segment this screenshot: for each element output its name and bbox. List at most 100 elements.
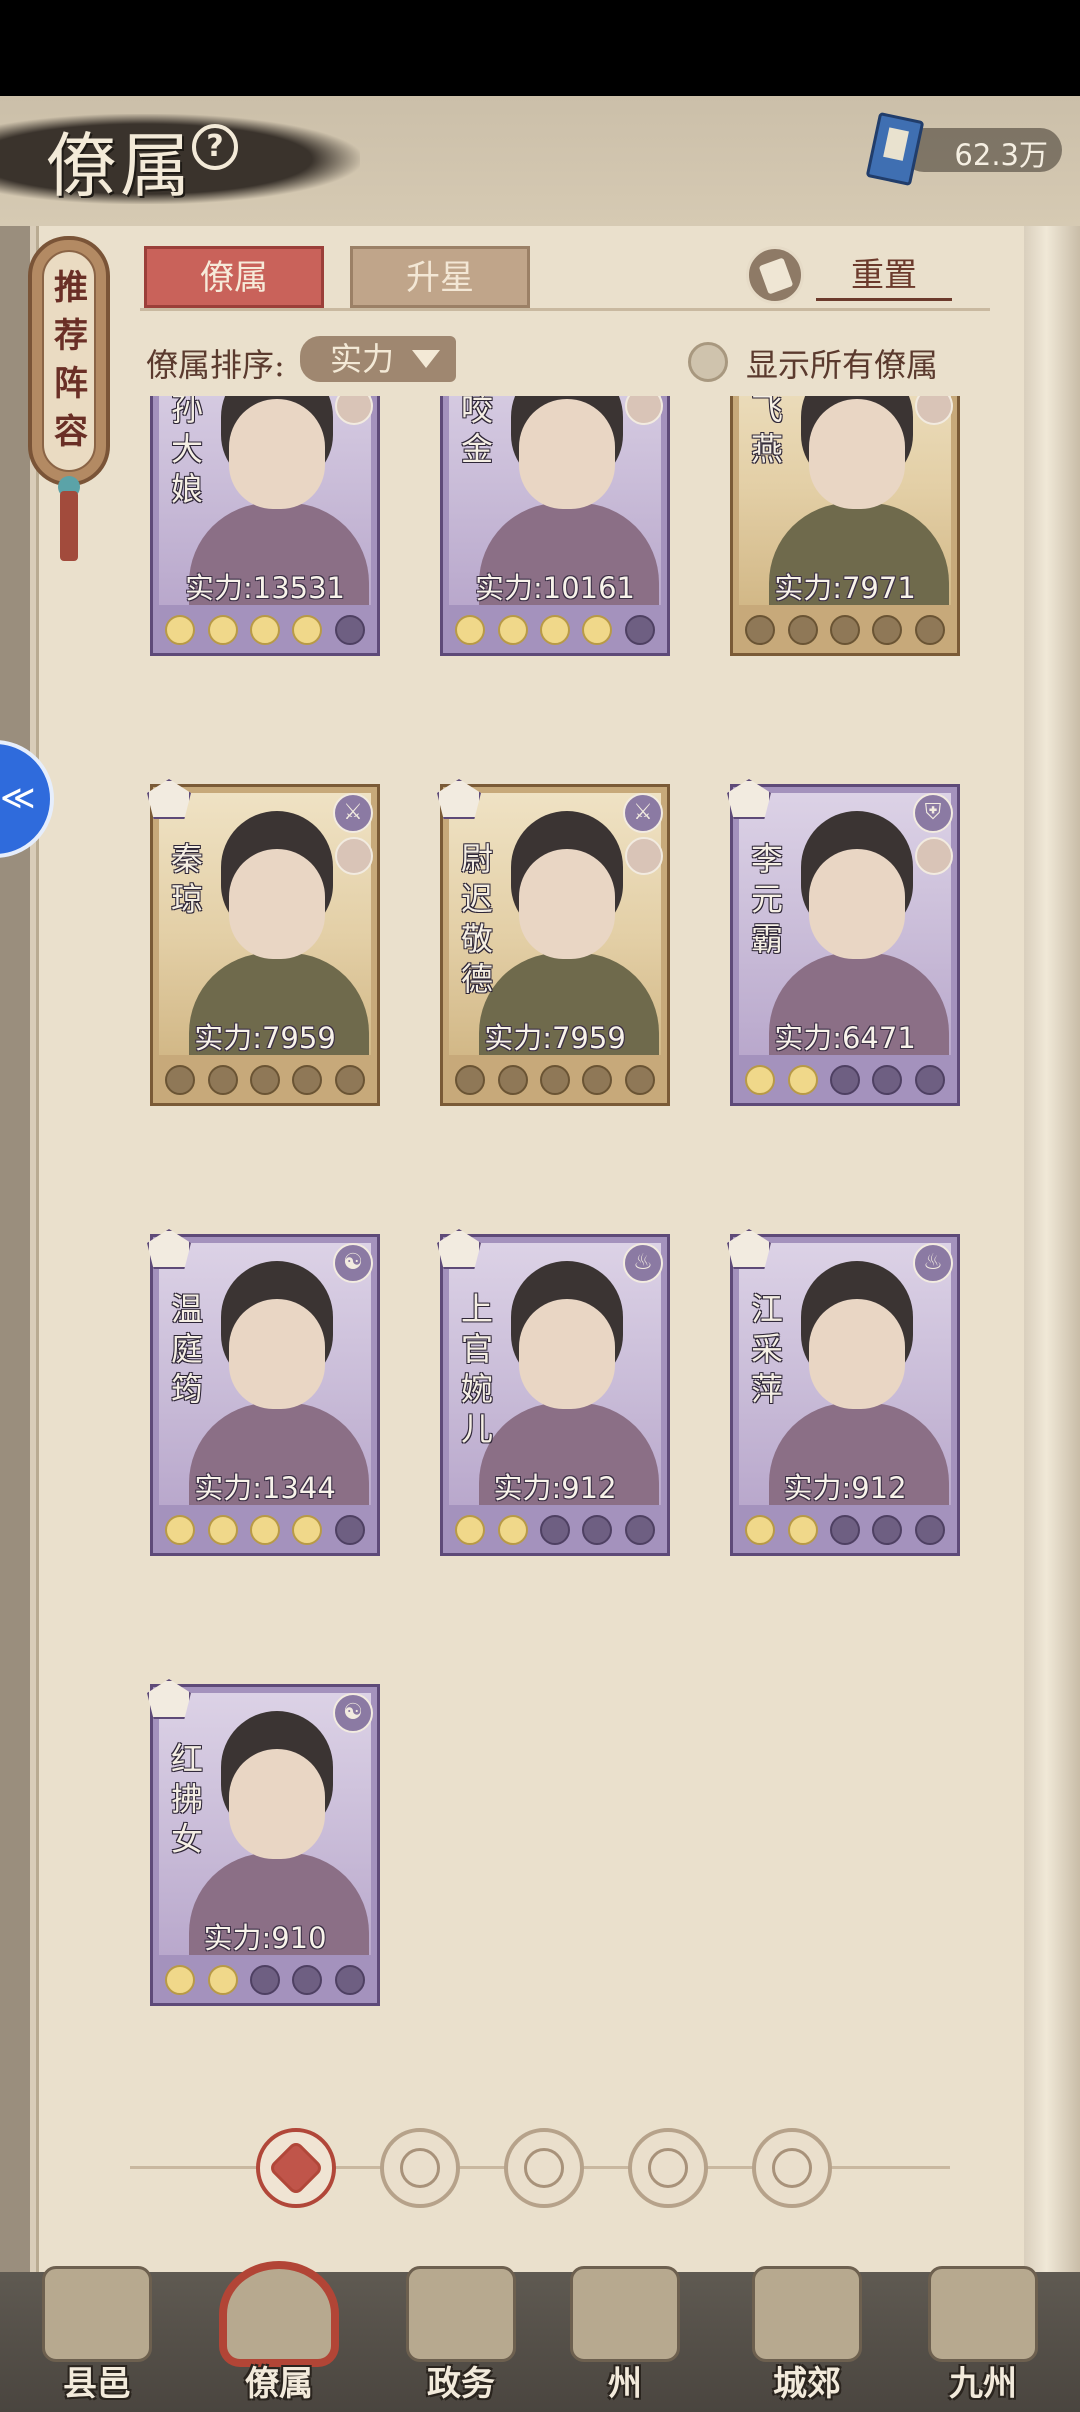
retainer-name: 尉迟敬德 [460,840,493,998]
moon-star-icon [539,1515,570,1545]
sword-class-icon: ⚔ [623,793,663,833]
star-row [159,1511,371,1549]
portrait: 秦琼 实力:7959 [159,793,371,1055]
retainer-card[interactable]: 程咬金 实力:10161 [440,396,670,656]
currency-display[interactable]: 62.3万 [865,111,1062,187]
moon-star-icon [292,1065,323,1095]
filter-gourd-button[interactable] [504,2128,584,2208]
moon-star-icon [455,1515,486,1545]
retainer-power: 实力:13531 [184,571,346,605]
chevron-down-icon [412,350,440,368]
moon-star-icon [249,615,280,645]
filter-bell-button[interactable] [380,2128,460,2208]
retainer-name: 红拂女 [170,1740,203,1858]
partner-avatar [335,837,373,875]
retainer-power: 实力:7959 [194,1021,336,1055]
nav-label: 城郊 [773,2364,841,2404]
reset-label: 重置 [816,252,952,301]
moon-star-icon [539,1065,570,1095]
prefecture-mountain-icon [570,2266,680,2362]
retainer-card[interactable]: 李元霸 实力:6471 ⛨ [727,779,960,1106]
moon-star-icon [872,1065,903,1095]
tab-retainers[interactable]: 僚属 [144,246,324,308]
retainer-card[interactable]: 江采萍 实力:912 ♨ [727,1229,960,1556]
pot-class-icon: ♨ [623,1243,663,1283]
retainer-power: 实力:6471 [774,1021,916,1055]
retainer-name: 程咬金 [460,396,493,468]
retainer-name: 温庭筠 [170,1290,203,1408]
moon-star-icon [249,1515,280,1545]
moon-star-icon [249,1065,280,1095]
moon-star-icon [787,1515,818,1545]
retainer-name: 上官婉儿 [460,1290,493,1448]
help-icon[interactable]: ? [192,124,238,170]
sort-label: 僚属排序: [146,346,285,384]
star-row [159,1061,371,1099]
moon-star-icon [334,1065,365,1095]
nav-label: 僚属 [245,2364,313,2404]
retainer-card[interactable]: 红拂女 实力:910 ☯ [147,1679,380,2006]
reset-button[interactable]: 重置 [746,244,956,308]
retainer-card[interactable]: 赵飞燕 实力:7971 [730,396,960,656]
filter-fan-button[interactable] [628,2128,708,2208]
moon-star-icon [872,1515,903,1545]
nav-label: 政务 [427,2364,495,2404]
currency-value: 62.3万 [954,138,1048,172]
nav-nine-provinces[interactable]: 九州 [908,2260,1058,2410]
portrait: 李元霸 实力:6471 [739,793,951,1055]
nav-county[interactable]: 县邑 [22,2260,172,2410]
nav-prefecture[interactable]: 州 [550,2260,700,2410]
beast-icon [772,2148,812,2188]
moon-star-icon [334,1965,365,1995]
moon-star-icon [497,1065,528,1095]
retainer-card[interactable]: 上官婉儿 实力:912 ♨ [437,1229,670,1556]
rank-badge-icon [147,779,191,819]
retainer-card[interactable]: 秦琼 实力:7959 ⚔ [147,779,380,1106]
moon-star-icon [624,1065,655,1095]
suburbs-garden-icon [752,2266,862,2362]
moon-star-icon [165,1965,196,1995]
moon-star-icon [207,1515,238,1545]
retainer-power: 实力:912 [493,1471,617,1505]
filter-all-button[interactable] [256,2128,336,2208]
show-all-checkbox[interactable] [688,342,728,382]
moon-star-icon [207,1065,238,1095]
moon-star-icon [455,1065,486,1095]
retainer-name: 秦琼 [170,840,203,918]
moon-star-icon [165,1065,196,1095]
retainer-card[interactable]: 温庭筠 实力:1344 ☯ [147,1229,380,1556]
moon-star-icon [334,1515,365,1545]
nav-retainers[interactable]: 僚属 [204,2260,354,2410]
portrait: 红拂女 实力:910 [159,1693,371,1955]
star-row [449,611,661,649]
moon-star-icon [914,1065,945,1095]
portrait-head [229,1299,325,1409]
portrait-head [519,1299,615,1409]
portrait: 温庭筠 实力:1344 [159,1243,371,1505]
retainer-power: 实力:910 [203,1921,327,1955]
map-scroll-icon [928,2266,1038,2362]
portrait: 上官婉儿 实力:912 [449,1243,661,1505]
portrait-head [229,399,325,509]
nav-suburbs[interactable]: 城郊 [732,2260,882,2410]
retainer-grid: 公孙大娘 实力:13531 程咬金 实力:10161 [0,396,1080,2176]
moon-star-icon [787,1065,818,1095]
star-row [159,1961,371,1999]
nav-affairs[interactable]: 政务 [386,2260,536,2410]
moon-star-icon [745,1515,776,1545]
moon-star-icon [872,615,903,645]
moon-star-icon [829,1065,860,1095]
moon-star-icon [582,1515,613,1545]
retainer-card[interactable]: 尉迟敬德 实力:7959 ⚔ [437,779,670,1106]
retainer-card[interactable]: 公孙大娘 实力:13531 [150,396,380,656]
sort-dropdown[interactable]: 实力 [300,336,456,382]
rank-badge-icon [727,779,771,819]
portrait-head [519,849,615,959]
tab-star-up[interactable]: 升星 [350,246,530,308]
moon-star-icon [914,615,945,645]
partner-avatar [625,837,663,875]
moon-star-icon [207,1965,238,1995]
filter-beast-button[interactable] [752,2128,832,2208]
rank-badge-icon [147,1229,191,1269]
nav-label: 九州 [949,2364,1017,2404]
